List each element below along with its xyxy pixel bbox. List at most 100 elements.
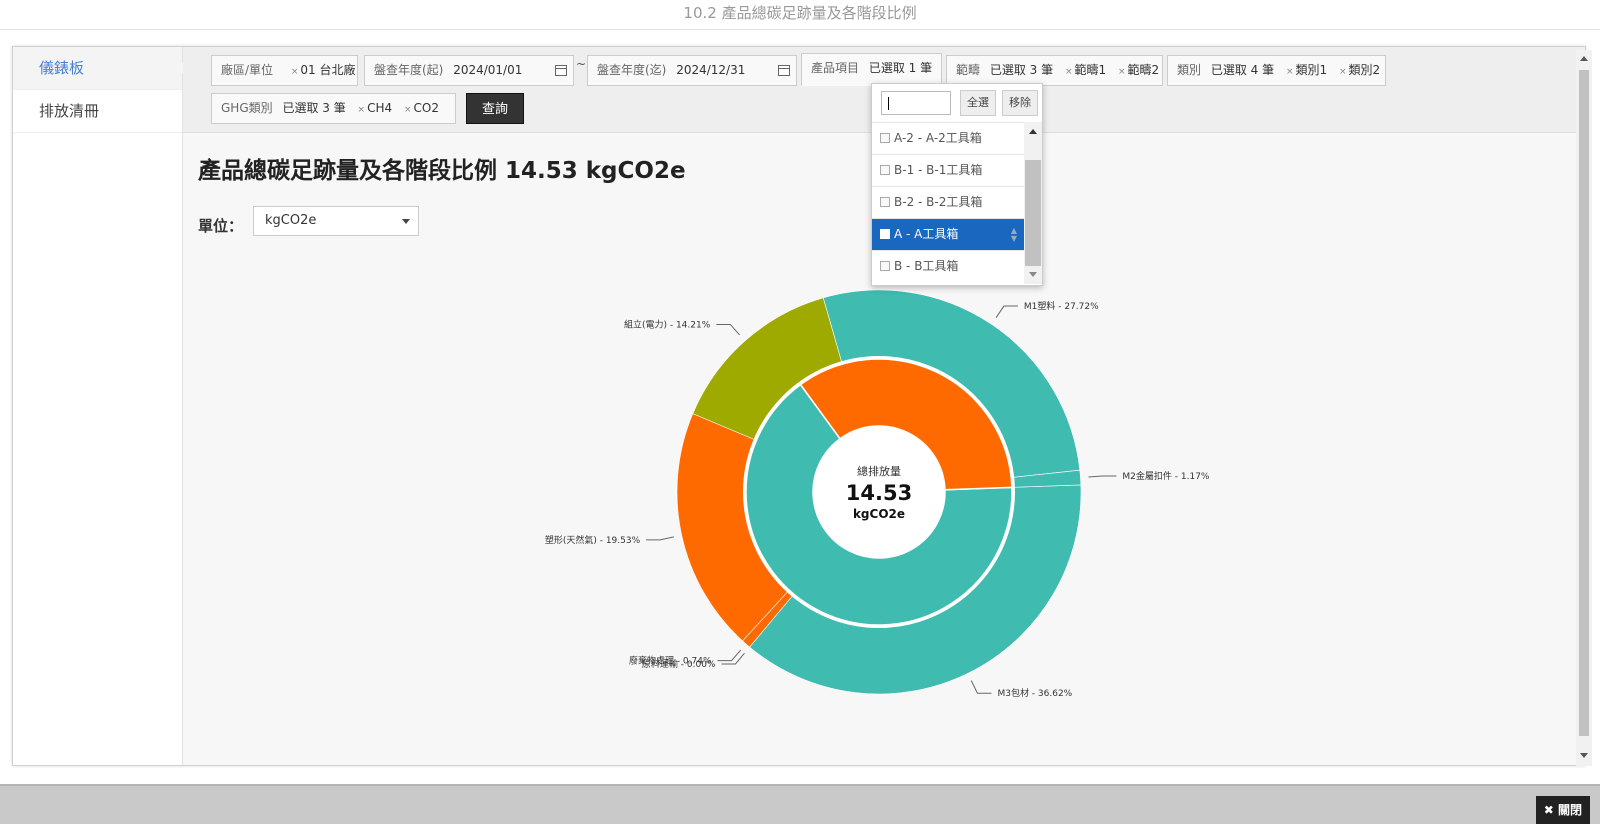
year-start-value: 2024/01/01 <box>453 63 523 77</box>
checkbox[interactable] <box>880 261 890 271</box>
calendar-icon[interactable] <box>555 65 567 76</box>
chip-remove-icon[interactable]: × <box>1339 67 1347 77</box>
category-chip-label: 類別2 <box>1348 63 1381 77</box>
scope-chip: × 範疇2 <box>1118 63 1159 77</box>
ghg-chip: × CO2 <box>404 101 439 115</box>
leader-line <box>716 323 740 336</box>
select-all-button[interactable]: 全選 <box>960 90 996 116</box>
product-option-label: B - B工具箱 <box>894 259 959 273</box>
product-option-label: A - A工具箱 <box>894 227 959 241</box>
product-dropdown: 全選 移除 A-2 - A-2工具箱 B-1 - B-1工具箱 B-2 - B-… <box>871 83 1043 286</box>
product-option[interactable]: B - B工具箱 <box>872 250 1024 282</box>
chip-remove-icon[interactable]: × <box>1286 67 1294 77</box>
leader-line <box>1088 475 1117 478</box>
product-option-label: A-2 - A-2工具箱 <box>894 131 982 145</box>
footer-bar: ✖ 關閉 <box>0 784 1600 824</box>
sidebar: 儀錶板 排放清冊 <box>13 47 188 765</box>
date-range-separator: ~ <box>576 57 587 71</box>
close-button[interactable]: ✖ 關閉 <box>1535 796 1590 824</box>
ghg-filter-value: 已選取 3 筆 <box>282 101 346 115</box>
category-chip: × 類別1 <box>1286 63 1327 77</box>
slice-label: 廢棄物處理 - 0.74% <box>629 655 712 667</box>
unit-select[interactable]: kgCO2e <box>253 206 419 236</box>
leader-line <box>717 649 742 662</box>
product-search-input[interactable] <box>881 91 951 115</box>
center-unit: kgCO2e <box>853 507 905 521</box>
ghg-chip: × CH4 <box>358 101 393 115</box>
site-filter[interactable]: 廠區/單位 × 01 台北廠 <box>211 55 358 86</box>
product-option[interactable]: B-2 - B-2工具箱 <box>872 186 1024 218</box>
scope-filter[interactable]: 範疇 已選取 3 筆 × 範疇1 × 範疇2 <box>946 55 1163 86</box>
scrollbar-thumb[interactable] <box>1025 160 1041 266</box>
category-chip: × 類別2 <box>1339 63 1380 77</box>
ghg-chip-label: CO2 <box>413 101 439 115</box>
chip-remove-icon[interactable]: × <box>291 67 299 77</box>
category-filter-label: 類別 <box>1177 63 1202 77</box>
scroll-up-icon[interactable] <box>1580 56 1588 61</box>
category-filter[interactable]: 類別 已選取 4 筆 × 類別1 × 類別2 <box>1167 55 1386 86</box>
scope-filter-value: 已選取 3 筆 <box>989 63 1054 77</box>
leader-line <box>970 680 992 694</box>
scroll-down-icon[interactable] <box>1029 272 1037 277</box>
year-start-field[interactable]: 盤查年度(起) 2024/01/01 <box>364 55 574 86</box>
chip-remove-icon[interactable]: × <box>1065 67 1073 77</box>
checkbox[interactable] <box>880 133 890 143</box>
scroll-down-icon[interactable] <box>1580 753 1588 758</box>
leader-line <box>646 536 674 541</box>
year-start-label: 盤查年度(起) <box>374 63 444 77</box>
product-option-label: B-1 - B-1工具箱 <box>894 163 983 177</box>
center-label: 總排放量 <box>857 464 901 478</box>
scrollbar-thumb[interactable] <box>1579 70 1589 736</box>
scope-chip-label: 範疇1 <box>1074 63 1107 77</box>
site-chip-label: 01 台北廠 <box>300 63 356 77</box>
unit-select-value: kgCO2e <box>265 213 317 228</box>
sidebar-item-emission-inventory[interactable]: 排放清冊 <box>13 90 182 133</box>
slice-label: M3包材 - 36.62% <box>997 687 1072 699</box>
category-chip-label: 類別1 <box>1295 63 1328 77</box>
sidebar-item-dashboard[interactable]: 儀錶板 <box>13 47 188 90</box>
product-option-selected[interactable]: A - A工具箱 ▲▼ <box>872 218 1024 250</box>
text-cursor <box>888 97 889 110</box>
checkbox-checked[interactable] <box>880 229 890 239</box>
dashboard-frame: 儀錶板 排放清冊 廠區/單位 × 01 台北廠 盤查年度(起) 2024/01/0… <box>12 46 1586 766</box>
close-icon: ✖ <box>1543 803 1554 817</box>
chip-remove-icon[interactable]: × <box>1118 67 1126 77</box>
product-option[interactable]: B-1 - B-1工具箱 <box>872 154 1024 186</box>
scroll-up-icon[interactable] <box>1029 129 1037 134</box>
ghg-chip-label: CH4 <box>367 101 393 115</box>
slice-label: M2金屬扣件 - 1.17% <box>1122 470 1209 482</box>
product-filter[interactable]: 產品項目 已選取 1 筆 <box>801 53 942 86</box>
chip-remove-icon[interactable]: × <box>404 105 412 115</box>
calendar-icon[interactable] <box>778 65 790 76</box>
chip-remove-icon[interactable]: × <box>358 105 366 115</box>
product-option[interactable]: A-2 - A-2工具箱 <box>872 122 1024 154</box>
slice-label: M1塑料 - 27.72% <box>1024 300 1099 312</box>
sort-handle-icon[interactable]: ▲ ▼ <box>1011 227 1017 243</box>
scope-chip-label: 範疇2 <box>1127 63 1160 77</box>
product-filter-value: 已選取 1 筆 <box>868 61 933 75</box>
close-button-label: 關閉 <box>1557 803 1582 817</box>
dropdown-scrollbar[interactable] <box>1024 122 1042 284</box>
page-scrollbar[interactable] <box>1576 50 1592 766</box>
query-button[interactable]: 查詢 <box>466 93 524 124</box>
ghg-filter[interactable]: GHG類別 已選取 3 筆 × CH4 × CO2 <box>211 93 456 124</box>
product-option-label: B-2 - B-2工具箱 <box>894 195 983 209</box>
category-filter-value: 已選取 4 筆 <box>1210 63 1275 77</box>
year-end-value: 2024/12/31 <box>676 63 746 77</box>
unit-label: 單位： <box>198 217 244 235</box>
chevron-down-icon <box>402 219 410 224</box>
window-title: 10.2 產品總碳足跡量及各階段比例 <box>0 0 1600 30</box>
product-option-list: A-2 - A-2工具箱 B-1 - B-1工具箱 B-2 - B-2工具箱 A… <box>872 122 1024 284</box>
year-end-label: 盤查年度(迄) <box>597 63 667 77</box>
checkbox[interactable] <box>880 197 890 207</box>
year-end-field[interactable]: 盤查年度(迄) 2024/12/31 <box>587 55 797 86</box>
center-value: 14.53 <box>846 481 912 505</box>
scope-chip: × 範疇1 <box>1065 63 1106 77</box>
ghg-filter-label: GHG類別 <box>221 101 273 115</box>
remove-button[interactable]: 移除 <box>1002 90 1038 116</box>
checkbox[interactable] <box>880 165 890 175</box>
page-heading: 產品總碳足跡量及各階段比例 14.53 kgCO2e <box>198 158 686 184</box>
slice-label: 塑形(天然氣) - 19.53% <box>545 534 641 546</box>
site-filter-label: 廠區/單位 <box>221 63 274 77</box>
slice-label: 組立(電力) - 14.21% <box>624 318 711 330</box>
